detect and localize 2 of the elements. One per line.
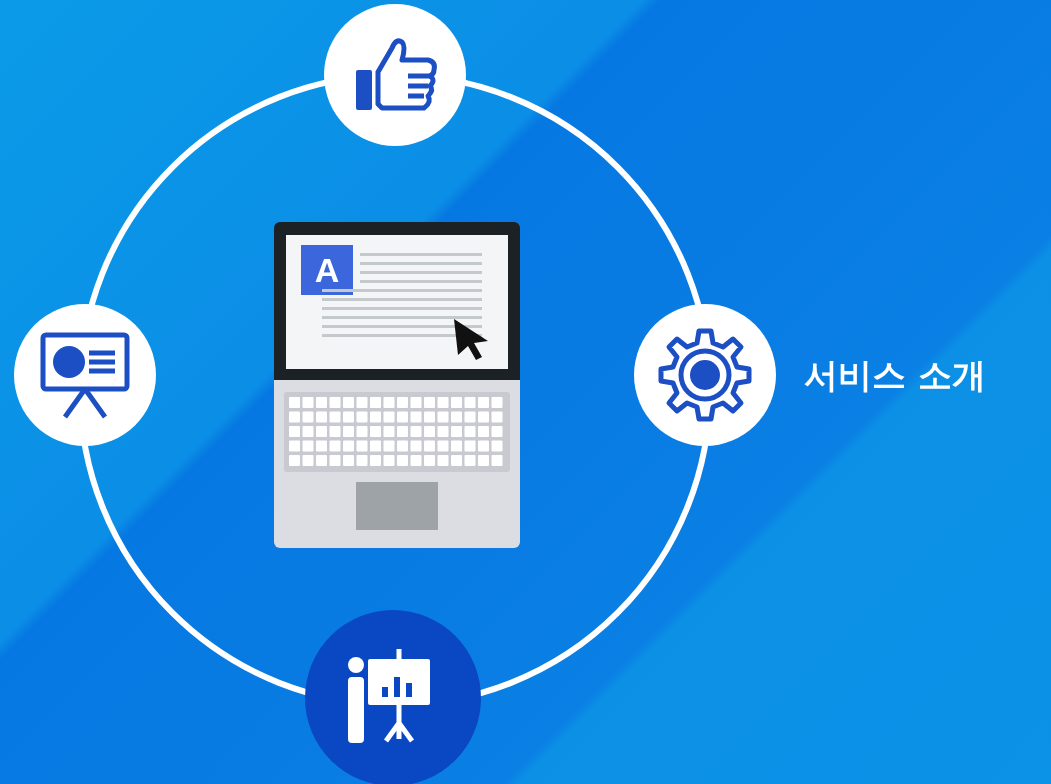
section-title: 서비스 소개 [804,354,986,397]
screen-letter: A [301,245,353,295]
